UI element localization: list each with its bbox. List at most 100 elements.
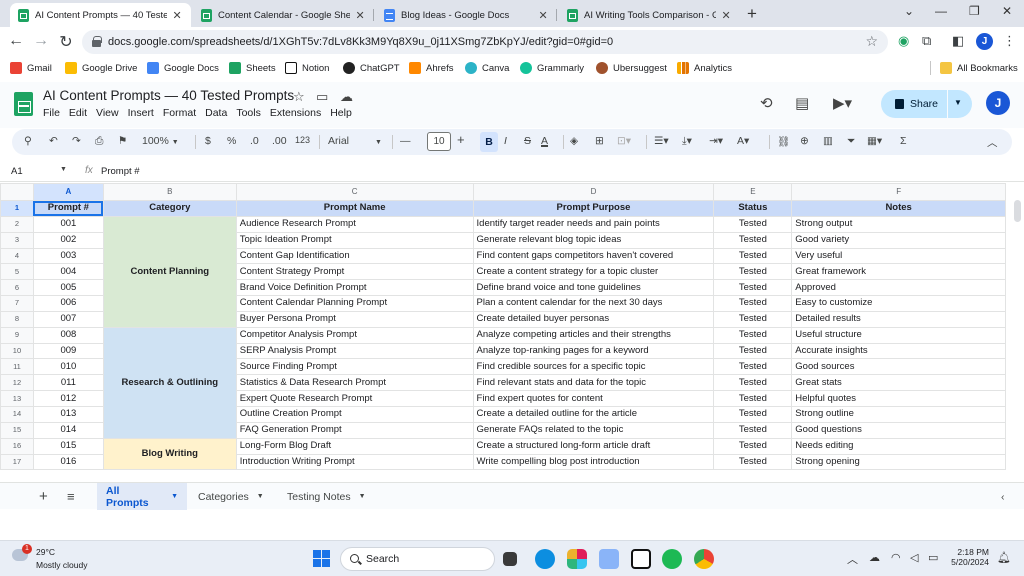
menu-view[interactable]: View [96, 107, 119, 119]
bookmark-notion[interactable]: Notion [285, 62, 329, 74]
minimize-icon[interactable]: — [935, 4, 947, 18]
paint-format-icon[interactable]: ⚑ [118, 135, 127, 147]
close-tab-icon[interactable]: ✕ [720, 9, 732, 22]
cell-notes[interactable]: Strong output [791, 215, 1006, 233]
text-wrapping-icon[interactable]: ⇥▾ [709, 135, 723, 147]
insert-chart-icon[interactable]: ▥ [823, 135, 833, 147]
cell-status[interactable]: Tested [713, 421, 793, 439]
horizontal-align-icon[interactable]: ☰▾ [654, 135, 669, 147]
cell-prompt-name[interactable]: Audience Research Prompt [235, 215, 474, 233]
restore-icon[interactable]: ❐ [969, 4, 980, 18]
browser-profile-avatar[interactable]: J [976, 33, 993, 50]
print-icon[interactable]: ⎙ [95, 135, 103, 148]
chevron-down-icon[interactable]: ▼ [171, 493, 178, 500]
row-header[interactable]: 2 [0, 215, 34, 233]
cell-prompt-purpose[interactable]: Find credible sources for a specific top… [472, 358, 715, 376]
wifi-icon[interactable]: ◠ [891, 551, 901, 564]
side-panel-icon[interactable]: ◧ [952, 33, 964, 49]
browser-tab-2[interactable]: Content Calendar - Google Sheets ✕ [193, 3, 374, 27]
spreadsheet-grid[interactable]: A B C D E F 1 Prompt # Category Prompt N… [0, 183, 1006, 471]
browser-tab-3[interactable]: Blog Ideas - Google Docs ✕ [376, 3, 557, 27]
text-rotation-icon[interactable]: A▾ [737, 135, 749, 147]
cell-prompt-number[interactable]: 013 [32, 405, 104, 423]
cell-notes[interactable]: Accurate insights [791, 342, 1006, 360]
row-header[interactable]: 9 [0, 326, 34, 344]
comments-icon[interactable]: ▤ [795, 94, 809, 112]
cell-status[interactable]: Tested [713, 358, 793, 376]
row-header[interactable]: 6 [0, 279, 34, 297]
cell-prompt-name[interactable]: Content Calendar Planning Prompt [235, 295, 474, 312]
task-view-icon[interactable] [503, 552, 517, 566]
menu-tools[interactable]: Tools [236, 107, 261, 119]
cell-status[interactable]: Tested [713, 215, 793, 233]
row-header[interactable]: 4 [0, 247, 34, 265]
cell-prompt-purpose[interactable]: Generate FAQs related to the topic [472, 421, 715, 439]
borders-icon[interactable]: ⊞ [595, 135, 604, 147]
bold-button[interactable]: B [480, 132, 498, 152]
url-bar[interactable]: docs.google.com/spreadsheets/d/1XGhT5v:7… [82, 30, 888, 54]
bookmark-ubersuggest[interactable]: Ubersuggest [596, 62, 667, 74]
cell-notes[interactable]: Helpful quotes [791, 390, 1006, 407]
version-history-icon[interactable]: ⟲ [760, 94, 773, 112]
bookmark-gmail[interactable]: Gmail [10, 62, 52, 74]
font-select[interactable]: Arial ▼ [328, 135, 382, 147]
fill-color-icon[interactable]: ◈ [570, 135, 578, 147]
cloud-status-icon[interactable]: ☁ [340, 89, 353, 105]
column-header[interactable]: C [235, 183, 474, 201]
merge-cells-icon[interactable]: ⊡▾ [617, 135, 631, 147]
menu-extensions[interactable]: Extensions [270, 107, 321, 119]
all-bookmarks[interactable]: All Bookmarks [940, 62, 1018, 74]
tab-search-icon[interactable]: ⌄ [904, 4, 914, 18]
cell-status[interactable]: Tested [713, 342, 793, 360]
row-header[interactable]: 1 [0, 200, 34, 217]
cell-prompt-purpose[interactable]: Write compelling blog post introduction [472, 453, 715, 471]
cell-notes[interactable]: Approved [791, 279, 1006, 297]
back-icon[interactable]: ← [6, 32, 26, 50]
increase-font-size-icon[interactable]: + [457, 132, 465, 147]
row-header[interactable]: 15 [0, 421, 34, 439]
battery-icon[interactable]: ▭ [928, 551, 938, 564]
cell-prompt-number[interactable]: 003 [32, 247, 104, 265]
cell-prompt-name[interactable]: Topic Ideation Prompt [235, 231, 474, 249]
cell-notes[interactable]: Good variety [791, 231, 1006, 249]
row-header[interactable]: 17 [0, 453, 34, 471]
bookmark-chatgpt[interactable]: ChatGPT [343, 62, 400, 74]
photos-icon[interactable] [599, 549, 619, 569]
vertical-align-icon[interactable]: ⤓▾ [682, 135, 692, 148]
percent-format-button[interactable]: % [227, 135, 236, 147]
cell-notes[interactable]: Needs editing [791, 437, 1006, 455]
row-header[interactable]: 12 [0, 374, 34, 392]
cell-notes[interactable]: Easy to customize [791, 295, 1006, 312]
more-menu-icon[interactable]: ⋮ [1003, 33, 1016, 49]
increase-decimal-button[interactable]: .00 [272, 135, 287, 147]
row-header[interactable]: 14 [0, 405, 34, 423]
cell-status[interactable]: Tested [713, 326, 793, 344]
cell-prompt-number[interactable]: 004 [32, 263, 104, 281]
star-icon[interactable]: ☆ [293, 89, 305, 105]
menu-file[interactable]: File [43, 107, 60, 119]
column-header[interactable]: A [32, 183, 104, 201]
cell-prompt-number[interactable]: 016 [32, 453, 104, 471]
cell-prompt-purpose[interactable]: Plan a content calendar for the next 30 … [472, 295, 715, 312]
cell-category[interactable]: Research & Outlining [102, 326, 237, 439]
decrease-decimal-button[interactable]: .0 [250, 135, 259, 147]
extensions-puzzle-icon[interactable]: ⧉ [922, 33, 931, 49]
bookmark-star-icon[interactable]: ☆ [865, 33, 878, 50]
row-header[interactable]: 7 [0, 295, 34, 312]
menu-insert[interactable]: Insert [128, 107, 154, 119]
cell-prompt-name[interactable]: Content Gap Identification [235, 247, 474, 265]
column-header[interactable]: E [713, 183, 793, 201]
italic-icon[interactable]: I [504, 135, 507, 147]
cell-prompt-number[interactable]: 006 [32, 295, 104, 312]
close-window-icon[interactable]: ✕ [1002, 4, 1012, 18]
cell-notes[interactable]: Strong outline [791, 405, 1006, 423]
more-formats-button[interactable]: 123 [295, 135, 310, 145]
cell-status[interactable]: Tested [713, 279, 793, 297]
onedrive-icon[interactable]: ☁ [869, 551, 880, 564]
cell-notes[interactable]: Very useful [791, 247, 1006, 265]
cell-status[interactable]: Tested [713, 231, 793, 249]
cell-notes[interactable]: Great framework [791, 263, 1006, 281]
notifications-icon[interactable]: 🔔︎ [997, 551, 1011, 564]
cell-status[interactable]: Tested [713, 390, 793, 407]
font-size-input[interactable]: 10 [427, 132, 451, 151]
